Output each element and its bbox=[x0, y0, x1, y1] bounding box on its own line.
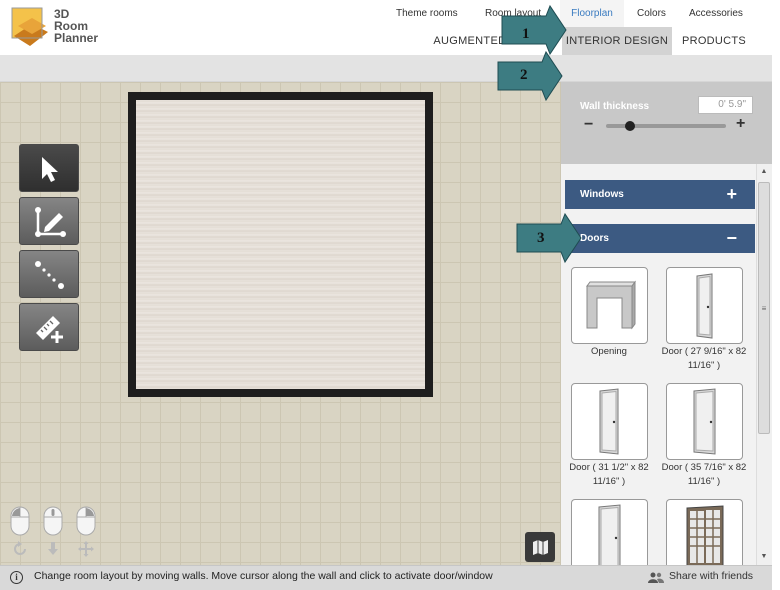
section-doors[interactable]: Doors − bbox=[565, 224, 755, 253]
tab-accessories[interactable]: Accessories bbox=[689, 0, 743, 27]
dotted-line-tool-button[interactable] bbox=[19, 250, 79, 298]
door-item-31[interactable] bbox=[571, 383, 648, 460]
dotted-line-icon bbox=[35, 261, 64, 289]
collapse-icon[interactable]: − bbox=[726, 224, 737, 253]
share-people-icon[interactable] bbox=[648, 571, 664, 585]
door-item-french[interactable] bbox=[666, 499, 743, 567]
map-icon bbox=[533, 540, 548, 555]
pan-icon bbox=[78, 541, 94, 557]
door-item-label: Door ( 35 7/16" x 82 11/16" ) bbox=[661, 462, 747, 487]
sub-navigation bbox=[0, 55, 772, 82]
mouse-left-icon bbox=[10, 506, 30, 536]
mouse-right-icon bbox=[76, 506, 96, 536]
wall-thickness-decrease-button[interactable]: − bbox=[584, 117, 598, 133]
measure-tool-button[interactable] bbox=[19, 303, 79, 351]
section-windows[interactable]: Windows + bbox=[565, 180, 755, 209]
callout-2-number: 2 bbox=[520, 67, 528, 83]
window-edge bbox=[772, 0, 780, 590]
wall-thickness-increase-button[interactable]: + bbox=[736, 116, 750, 132]
logo-icon[interactable] bbox=[10, 6, 50, 48]
callout-3-arrow-icon bbox=[516, 212, 582, 264]
brand-line-3: Planner bbox=[54, 31, 99, 45]
nav-products[interactable]: PRODUCTS bbox=[676, 27, 752, 55]
draw-wall-tool-button[interactable] bbox=[19, 197, 79, 245]
expand-icon[interactable]: + bbox=[726, 180, 737, 209]
opening-thumbnail-icon bbox=[586, 280, 636, 330]
move-down-icon bbox=[48, 542, 58, 555]
map-view-button[interactable] bbox=[525, 532, 555, 562]
callout-1-number: 1 bbox=[522, 26, 530, 42]
door-thumbnail-icon bbox=[599, 388, 619, 455]
wall-thickness-input[interactable]: 0' 5.9" bbox=[698, 96, 753, 114]
info-icon: i bbox=[10, 571, 23, 584]
door-item-label: Door ( 27 9/16" x 82 11/16" ) bbox=[661, 346, 747, 371]
scroll-down-icon[interactable]: ▼ bbox=[758, 553, 770, 563]
select-arrow-icon bbox=[42, 157, 58, 182]
rotate-icon bbox=[14, 541, 26, 555]
door-item-opening[interactable] bbox=[571, 267, 648, 344]
door-item-27[interactable] bbox=[666, 267, 743, 344]
wall-thickness-slider-handle[interactable] bbox=[625, 121, 635, 131]
door-thumbnail-icon bbox=[598, 504, 621, 567]
scroll-grip-icon: ≡ bbox=[761, 304, 767, 313]
share-with-friends-link[interactable]: Share with friends bbox=[669, 570, 753, 582]
status-message: Change room layout by moving walls. Move… bbox=[34, 570, 493, 582]
tab-theme-rooms[interactable]: Theme rooms bbox=[396, 0, 458, 27]
select-tool-button[interactable] bbox=[19, 144, 79, 192]
section-doors-label: Doors bbox=[580, 233, 609, 244]
door-item-35[interactable] bbox=[666, 383, 743, 460]
tab-colors[interactable]: Colors bbox=[637, 0, 666, 27]
callout-2-arrow-icon bbox=[497, 50, 563, 102]
door-thumbnail-icon bbox=[696, 273, 713, 339]
door-item-label: Opening bbox=[591, 346, 627, 357]
door-item-label: Door ( 31 1/2" x 82 11/16" ) bbox=[569, 462, 649, 487]
french-door-thumbnail-icon bbox=[686, 505, 724, 567]
tab-floorplan[interactable]: Floorplan bbox=[560, 0, 624, 27]
scroll-up-icon[interactable]: ▲ bbox=[758, 168, 770, 178]
room-floor[interactable] bbox=[128, 92, 433, 397]
wall-thickness-label: Wall thickness bbox=[580, 101, 650, 112]
callout-3-number: 3 bbox=[537, 230, 545, 246]
wall-thickness-slider[interactable] bbox=[606, 124, 726, 128]
brand-name[interactable]: 3D Room Planner bbox=[54, 8, 98, 44]
draw-wall-icon bbox=[35, 207, 66, 237]
nav-interior-design[interactable]: INTERIOR DESIGN bbox=[562, 27, 672, 55]
mouse-middle-icon bbox=[43, 506, 63, 536]
section-windows-label: Windows bbox=[580, 189, 624, 200]
door-thumbnail-icon bbox=[693, 388, 716, 455]
measure-ruler-icon bbox=[36, 316, 63, 343]
door-item-5[interactable] bbox=[571, 499, 648, 567]
